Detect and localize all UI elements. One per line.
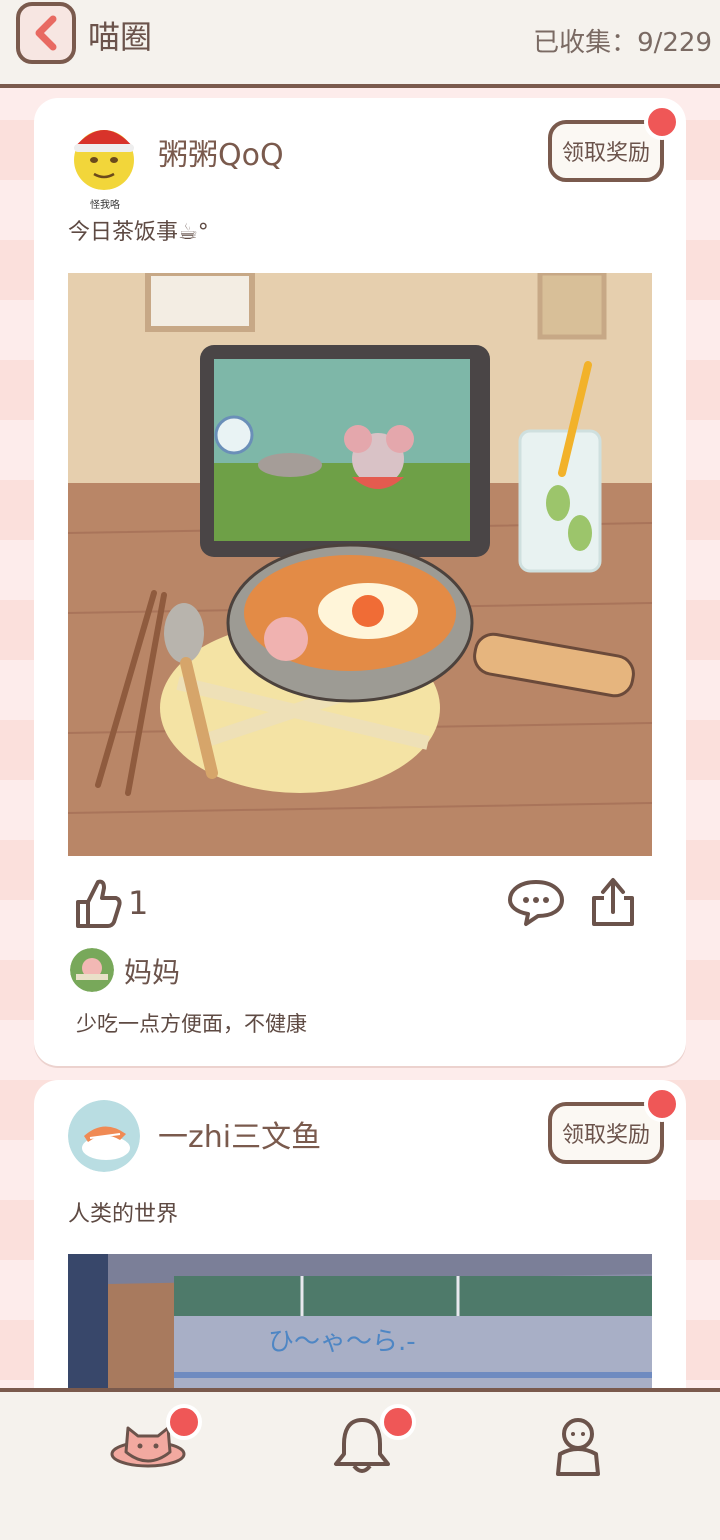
page-title: 喵圈	[88, 18, 153, 56]
post-text: 今日茶饭事☕︎°	[68, 220, 209, 245]
post-card: 一zhi三文鱼 领取奖励 人类的世界 ひ〜ゃ〜ら.-	[34, 1080, 686, 1410]
comment-icon[interactable]	[508, 878, 564, 928]
comment-text: 少吃一点方便面，不健康	[76, 1012, 307, 1036]
notification-dot	[644, 104, 680, 140]
avatar[interactable]	[68, 118, 140, 190]
shop-sign-text: ひ〜ゃ〜ら.-	[268, 1327, 416, 1357]
post-card: 怪我咯 粥粥QoQ 领取奖励 今日茶饭事☕︎° 1 妈妈 少吃一点方便面，不健康	[34, 98, 686, 1066]
post-text: 人类的世界	[68, 1202, 179, 1227]
nav-home[interactable]	[108, 1404, 202, 1478]
commenter-name: 妈妈	[124, 956, 181, 989]
username[interactable]: 一zhi三文鱼	[158, 1112, 321, 1156]
share-icon[interactable]	[588, 876, 638, 928]
avatar-caption: 怪我咯	[90, 200, 120, 211]
username[interactable]: 粥粥QoQ	[158, 130, 284, 174]
bottom-nav	[0, 1388, 720, 1540]
top-bar: 喵圈 已收集：9/229	[0, 0, 720, 88]
collected-counter: 已收集：9/229	[533, 28, 712, 58]
claim-reward-label: 领取奖励	[561, 141, 650, 166]
post-image[interactable]	[68, 273, 652, 856]
claim-reward-label: 领取奖励	[561, 1123, 650, 1148]
notification-dot	[380, 1404, 416, 1440]
chevron-left-icon	[35, 15, 57, 51]
notification-dot	[166, 1404, 202, 1440]
thumbs-up-icon[interactable]	[74, 876, 122, 930]
nav-notifications[interactable]	[322, 1404, 416, 1478]
like-count: 1	[128, 884, 149, 922]
profile-icon	[556, 1418, 600, 1476]
post-image[interactable]: ひ〜ゃ〜ら.-	[68, 1254, 652, 1410]
back-button[interactable]	[16, 2, 76, 64]
commenter-avatar[interactable]	[70, 948, 114, 992]
avatar[interactable]	[68, 1100, 140, 1172]
notification-dot	[644, 1086, 680, 1122]
nav-profile[interactable]	[538, 1414, 618, 1478]
